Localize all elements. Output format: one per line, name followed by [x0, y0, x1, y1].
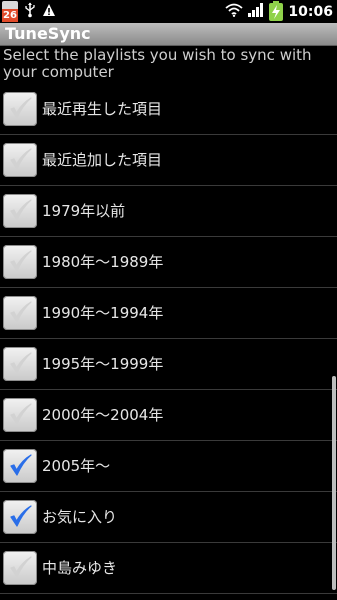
app-title: TuneSync — [5, 24, 91, 43]
playlist-checkbox[interactable] — [3, 296, 37, 330]
checkmark-icon — [10, 352, 32, 374]
status-bar: 26 10:06 — [0, 0, 337, 23]
playlist-checkbox[interactable] — [3, 551, 37, 585]
calendar-icon: 26 — [2, 0, 18, 23]
checkmark-icon — [10, 454, 32, 476]
playlist-label: 2000年～2004年 — [42, 406, 164, 424]
checkmark-icon — [10, 250, 32, 272]
playlist-checkbox[interactable] — [3, 500, 37, 534]
checkmark-icon — [10, 199, 32, 221]
calendar-day: 26 — [2, 8, 18, 22]
checkmark-icon — [10, 148, 32, 170]
playlist-label: お気に入り — [42, 508, 118, 526]
signal-icon — [248, 2, 264, 21]
playlist-label: 1990年～1994年 — [42, 304, 164, 322]
alert-icon — [42, 2, 56, 21]
playlist-row[interactable]: 1990年～1994年 — [0, 288, 337, 339]
playlist-checkbox[interactable] — [3, 143, 37, 177]
playlist-row[interactable]: 1979年以前 — [0, 186, 337, 237]
playlist-label: 1980年～1989年 — [42, 253, 164, 271]
checkmark-icon — [10, 403, 32, 425]
playlist-row[interactable]: 1980年～1989年 — [0, 237, 337, 288]
playlist-row[interactable]: 中島みゆき — [0, 543, 337, 594]
playlist-label: 最近追加した項目 — [42, 151, 163, 169]
checkmark-icon — [10, 97, 32, 119]
title-bar: TuneSync — [0, 23, 337, 46]
checkmark-icon — [10, 556, 32, 578]
playlist-row[interactable]: 2005年～ — [0, 441, 337, 492]
playlist-label: 2005年～ — [42, 457, 111, 475]
battery-icon — [269, 0, 284, 21]
status-bar-right: 10:06 — [220, 0, 333, 23]
playlist-label: 1979年以前 — [42, 202, 126, 220]
playlist-label: 1995年～1999年 — [42, 355, 164, 373]
playlist-row[interactable]: 最近追加した項目 — [0, 135, 337, 186]
scrollbar[interactable] — [332, 376, 336, 590]
checkmark-icon — [10, 301, 32, 323]
screen: 26 10:06 TuneSync Select the playlists y… — [0, 0, 337, 600]
calendar-month — [2, 0, 18, 9]
playlist-label: 最近再生した項目 — [42, 100, 163, 118]
playlist-checkbox[interactable] — [3, 347, 37, 381]
instructions-text: Select the playlists you wish to sync wi… — [3, 46, 312, 81]
playlist-row[interactable]: お気に入り — [0, 492, 337, 543]
wifi-icon — [225, 2, 244, 21]
playlist-checkbox[interactable] — [3, 194, 37, 228]
playlist-list[interactable]: 最近再生した項目 最近追加した項目 1979年以前 1980年～1989年 1990年～… — [0, 84, 337, 600]
playlist-row[interactable]: 最近再生した項目 — [0, 84, 337, 135]
playlist-checkbox[interactable] — [3, 398, 37, 432]
playlist-row[interactable]: 1995年～1999年 — [0, 339, 337, 390]
playlist-checkbox[interactable] — [3, 245, 37, 279]
usb-icon — [24, 2, 36, 22]
checkmark-icon — [10, 505, 32, 527]
playlist-checkbox[interactable] — [3, 449, 37, 483]
playlist-label: 中島みゆき — [42, 559, 118, 577]
status-bar-left: 26 — [2, 0, 62, 23]
playlist-checkbox[interactable] — [3, 92, 37, 126]
playlist-row[interactable]: 2000年～2004年 — [0, 390, 337, 441]
status-time: 10:06 — [288, 3, 333, 20]
